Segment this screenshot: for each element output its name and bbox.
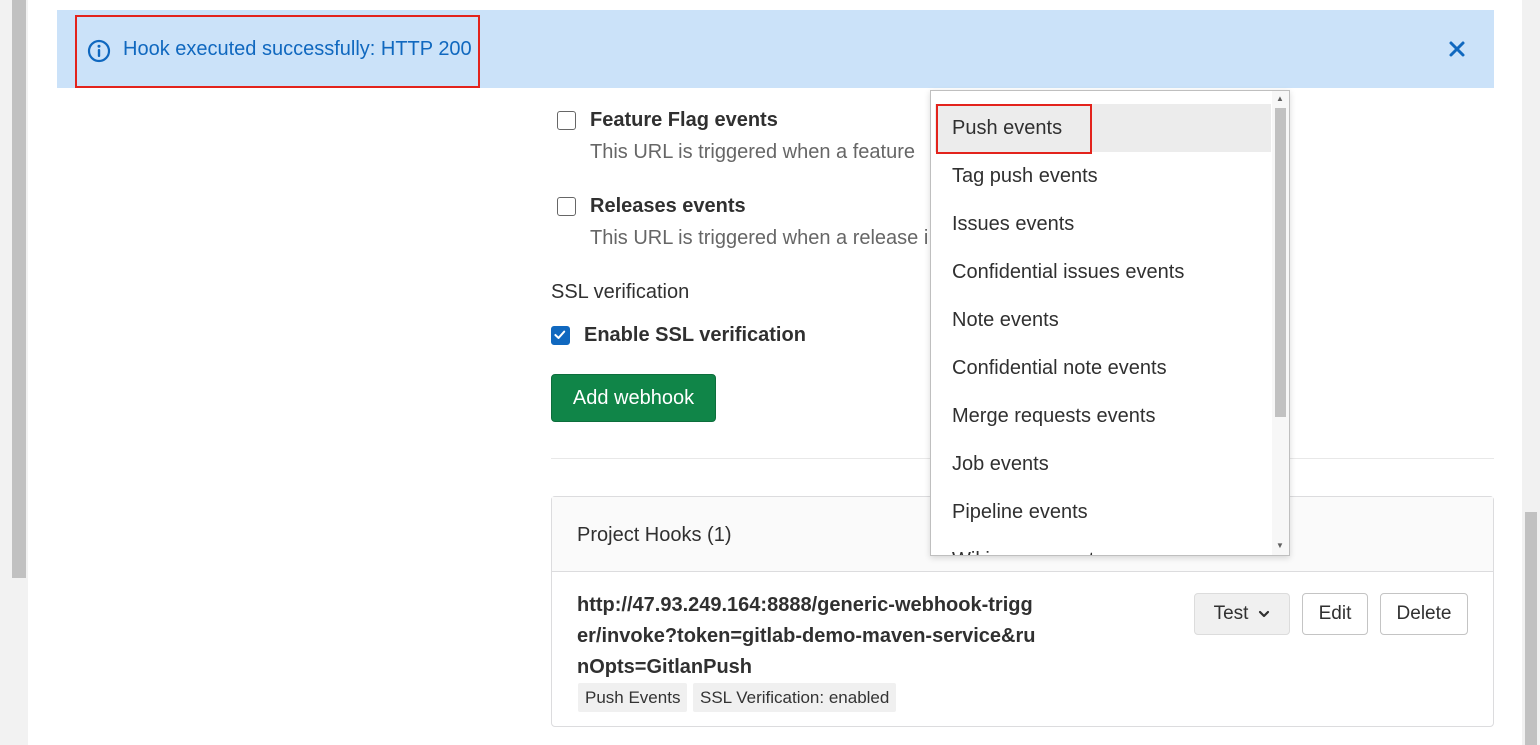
dropdown-option-note-events[interactable]: Note events bbox=[935, 296, 1271, 344]
releases-label: Releases events bbox=[590, 195, 746, 217]
dropdown-option-pipeline-events[interactable]: Pipeline events bbox=[935, 488, 1271, 536]
hook-url: http://47.93.249.164:8888/generic-webhoo… bbox=[577, 594, 1036, 678]
dropdown-option-push-events[interactable]: Push events bbox=[935, 104, 1271, 152]
dropdown-option-tag-push-events[interactable]: Tag push events bbox=[935, 152, 1271, 200]
alert-message: Hook executed successfully: HTTP 200 bbox=[123, 38, 472, 60]
ssl-label: Enable SSL verification bbox=[584, 324, 806, 346]
close-icon[interactable] bbox=[1446, 38, 1468, 60]
page-scrollbar-thumb[interactable] bbox=[1525, 512, 1537, 745]
scroll-down-arrow-icon[interactable]: ▼ bbox=[1275, 541, 1285, 551]
project-hooks-title: Project Hooks (1) bbox=[577, 524, 732, 546]
ssl-checkbox[interactable] bbox=[551, 326, 570, 345]
test-events-dropdown[interactable]: Push events Tag push events Issues event… bbox=[930, 90, 1290, 556]
feature-flag-checkbox[interactable] bbox=[557, 111, 576, 130]
dropdown-option-issues-events[interactable]: Issues events bbox=[935, 200, 1271, 248]
left-scrollbar-thumb[interactable] bbox=[12, 0, 26, 578]
feature-flag-label: Feature Flag events bbox=[590, 109, 778, 131]
releases-checkbox[interactable] bbox=[557, 197, 576, 216]
dropdown-option-wiki-page-events[interactable]: Wiki page events bbox=[935, 536, 1271, 555]
ssl-section-label: SSL verification bbox=[551, 281, 690, 303]
left-gutter bbox=[0, 0, 28, 745]
info-circle-icon bbox=[87, 39, 111, 63]
scroll-up-arrow-icon[interactable]: ▲ bbox=[1275, 94, 1285, 104]
page-scrollbar[interactable] bbox=[1522, 0, 1540, 745]
releases-help: This URL is triggered when a release i bbox=[590, 227, 929, 249]
dropdown-scrollbar[interactable]: ▲ ▼ bbox=[1272, 91, 1289, 555]
dropdown-option-confidential-note-events[interactable]: Confidential note events bbox=[935, 344, 1271, 392]
chevron-down-icon bbox=[1259, 610, 1270, 618]
dropdown-scrollbar-thumb[interactable] bbox=[1275, 108, 1286, 417]
ssl-tag: SSL Verification: enabled bbox=[693, 683, 897, 712]
add-webhook-button[interactable]: Add webhook bbox=[551, 374, 716, 422]
test-button-label: Test bbox=[1213, 603, 1249, 624]
delete-button[interactable]: Delete bbox=[1380, 593, 1468, 635]
edit-button[interactable]: Edit bbox=[1302, 593, 1368, 635]
feature-flag-help: This URL is triggered when a feature bbox=[590, 141, 915, 163]
success-alert: Hook executed successfully: HTTP 200 bbox=[57, 10, 1494, 88]
test-button[interactable]: Test bbox=[1194, 593, 1290, 635]
check-icon bbox=[554, 330, 566, 339]
dropdown-option-confidential-issues-events[interactable]: Confidential issues events bbox=[935, 248, 1271, 296]
dropdown-option-job-events[interactable]: Job events bbox=[935, 440, 1271, 488]
push-events-tag: Push Events bbox=[578, 683, 688, 712]
dropdown-option-merge-requests-events[interactable]: Merge requests events bbox=[935, 392, 1271, 440]
